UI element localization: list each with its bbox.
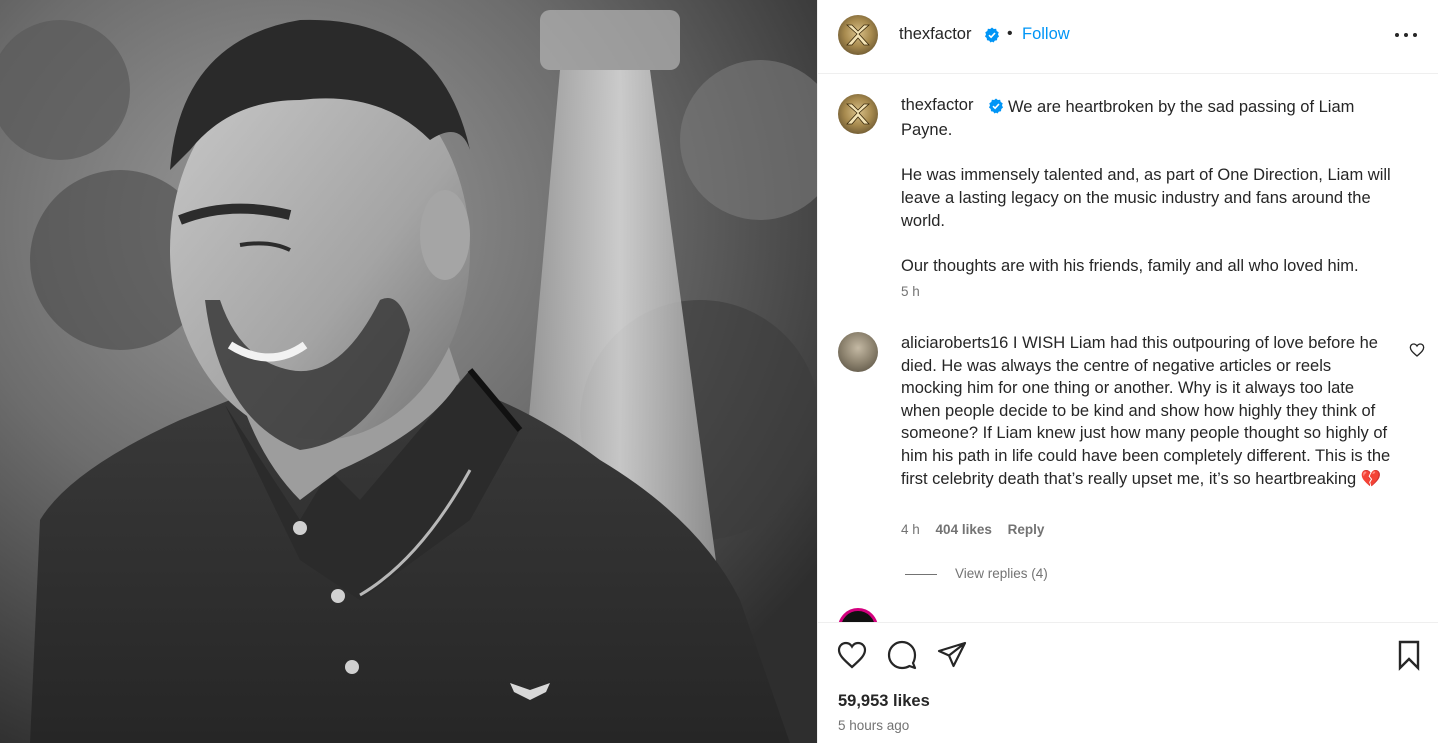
- post-likes-count[interactable]: 59,953 likes: [838, 692, 930, 711]
- post-header: thexfactor • Follow: [818, 0, 1438, 74]
- view-replies-label: View replies (4): [955, 566, 1048, 581]
- comment-body: aliciaroberts16 I WISH Liam had this out…: [901, 332, 1393, 490]
- commenter-username[interactable]: aliciaroberts16: [901, 334, 1008, 352]
- replies-divider: [905, 573, 937, 575]
- follow-button[interactable]: Follow: [1022, 25, 1070, 44]
- bookmark-icon[interactable]: [1393, 639, 1425, 671]
- comment-text: I WISH Liam had this outpouring of love …: [901, 334, 1391, 488]
- next-comment-partial: [818, 608, 1438, 622]
- more-options-icon[interactable]: [1395, 27, 1417, 43]
- caption-paragraph-2: He was immensely talented and, as part o…: [901, 166, 1391, 230]
- share-icon[interactable]: [936, 639, 968, 671]
- commenter-avatar[interactable]: [838, 332, 878, 372]
- post-time-ago[interactable]: 5 hours ago: [838, 718, 909, 733]
- comment-likes[interactable]: 404 likes: [936, 522, 992, 537]
- separator-dot: •: [1007, 25, 1013, 42]
- x-factor-logo: [845, 24, 871, 46]
- post-detail-panel: thexfactor • Follow thexfactor We are he…: [817, 0, 1438, 743]
- x-factor-logo: [845, 103, 871, 125]
- author-username[interactable]: thexfactor: [899, 25, 971, 44]
- comment-meta: 4 h 404 likes Reply: [901, 522, 1056, 537]
- post-image: [0, 0, 817, 743]
- reply-button[interactable]: Reply: [1008, 522, 1045, 537]
- comment-timestamp[interactable]: 4 h: [901, 522, 920, 537]
- caption-paragraph-3: Our thoughts are with his friends, famil…: [901, 256, 1359, 275]
- caption-timestamp[interactable]: 5 h: [901, 284, 920, 299]
- comment-like-heart-icon[interactable]: [1409, 342, 1425, 358]
- comment-icon[interactable]: [886, 639, 918, 671]
- view-replies-button[interactable]: View replies (4): [905, 566, 1048, 581]
- post-actions-bar: 59,953 likes 5 hours ago: [818, 622, 1438, 743]
- post-photo[interactable]: [0, 0, 817, 743]
- heart-icon[interactable]: [836, 639, 868, 671]
- next-commenter-avatar[interactable]: [838, 608, 878, 622]
- author-avatar[interactable]: [838, 15, 878, 55]
- caption-line-1: We are heartbroken by the sad passing of…: [901, 98, 1355, 139]
- caption-author-avatar[interactable]: [838, 94, 878, 134]
- caption-text: We are heartbroken by the sad passing of…: [901, 96, 1401, 300]
- verified-badge-icon: [985, 27, 999, 43]
- broken-heart-emoji: 💔: [1360, 469, 1382, 488]
